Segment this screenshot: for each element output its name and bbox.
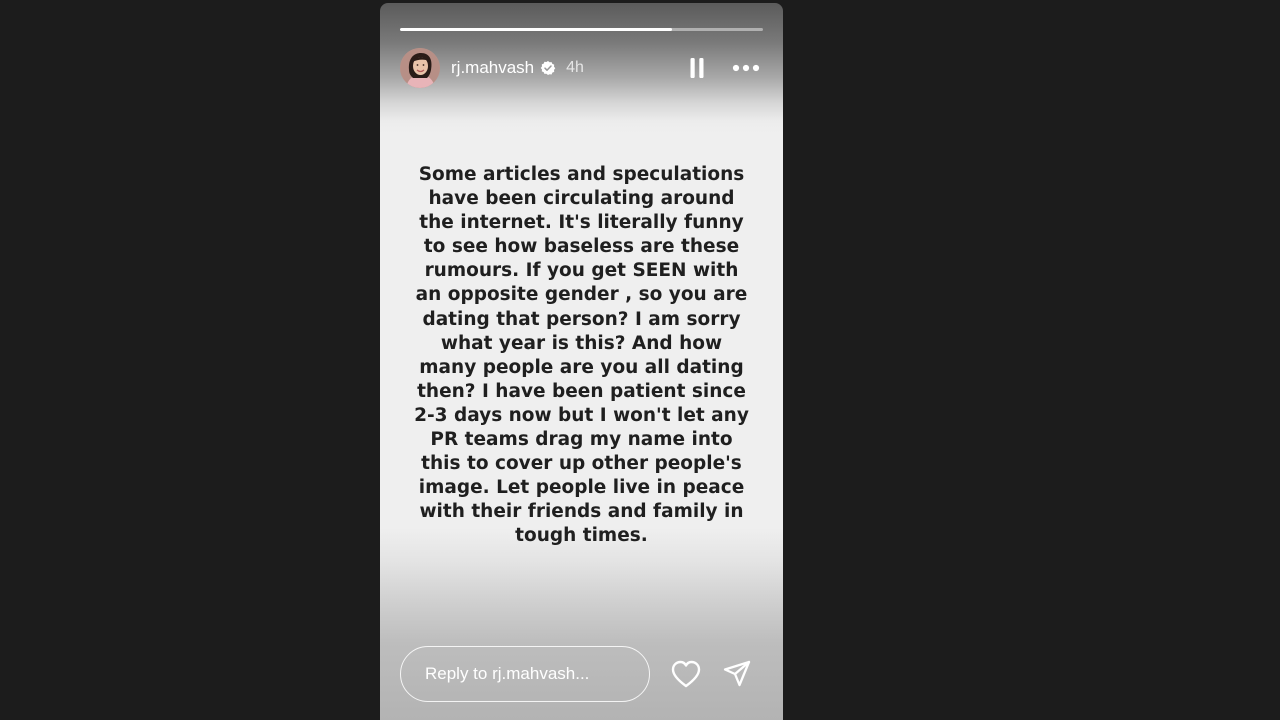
- story-text-line: to see how baseless are these: [423, 236, 740, 258]
- story-text-line: what year is this? And how: [440, 332, 723, 354]
- story-text-line: image. Let people live in peace: [418, 477, 745, 499]
- story-text-line: 2-3 days now but I won't let any: [414, 404, 749, 426]
- more-options-button[interactable]: [731, 56, 761, 80]
- story-viewer-page: rj.mahvash 4h Some articles and speculat…: [0, 0, 1280, 720]
- story-text: Some articles and speculations have been…: [385, 163, 778, 549]
- story-text-line: then? I have been patient since: [417, 380, 746, 402]
- heart-icon: [671, 660, 701, 688]
- story-text-line: Some articles and speculations: [418, 164, 745, 185]
- story-text-line: many people are you all dating: [419, 356, 744, 378]
- more-options-icon: [732, 64, 760, 72]
- story-text-line: PR teams drag my name into: [430, 429, 733, 451]
- story-text-line: dating that person? I am sorry: [422, 308, 741, 330]
- story-text-line: an opposite gender , so you are: [415, 284, 748, 306]
- story-header: rj.mahvash 4h: [400, 46, 763, 90]
- verified-badge-icon: [540, 60, 556, 76]
- send-icon: [723, 660, 751, 687]
- reply-input[interactable]: [400, 646, 650, 702]
- like-button[interactable]: [670, 658, 702, 690]
- story-text-line: the internet. It's literally funny: [419, 212, 744, 234]
- pause-button[interactable]: [685, 56, 709, 80]
- story-progress-bar: [400, 28, 763, 31]
- username[interactable]: rj.mahvash: [451, 58, 534, 78]
- story-progress-fill: [400, 28, 673, 31]
- share-button[interactable]: [721, 658, 753, 690]
- avatar-image: [400, 48, 440, 88]
- story-text-line: with their friends and family in: [419, 501, 744, 523]
- story-text-line: this to cover up other people's: [421, 453, 742, 475]
- pause-icon: [690, 58, 704, 78]
- story-text-line: rumours. If you get SEEN with: [424, 260, 739, 282]
- story-text-line: have been circulating around: [428, 188, 735, 210]
- story-text-line: tough times.: [515, 525, 648, 547]
- avatar[interactable]: [400, 48, 440, 88]
- story-header-actions: [685, 56, 763, 80]
- story-card[interactable]: rj.mahvash 4h Some articles and speculat…: [380, 3, 783, 720]
- story-footer: [400, 645, 763, 703]
- posted-time: 4h: [566, 59, 584, 76]
